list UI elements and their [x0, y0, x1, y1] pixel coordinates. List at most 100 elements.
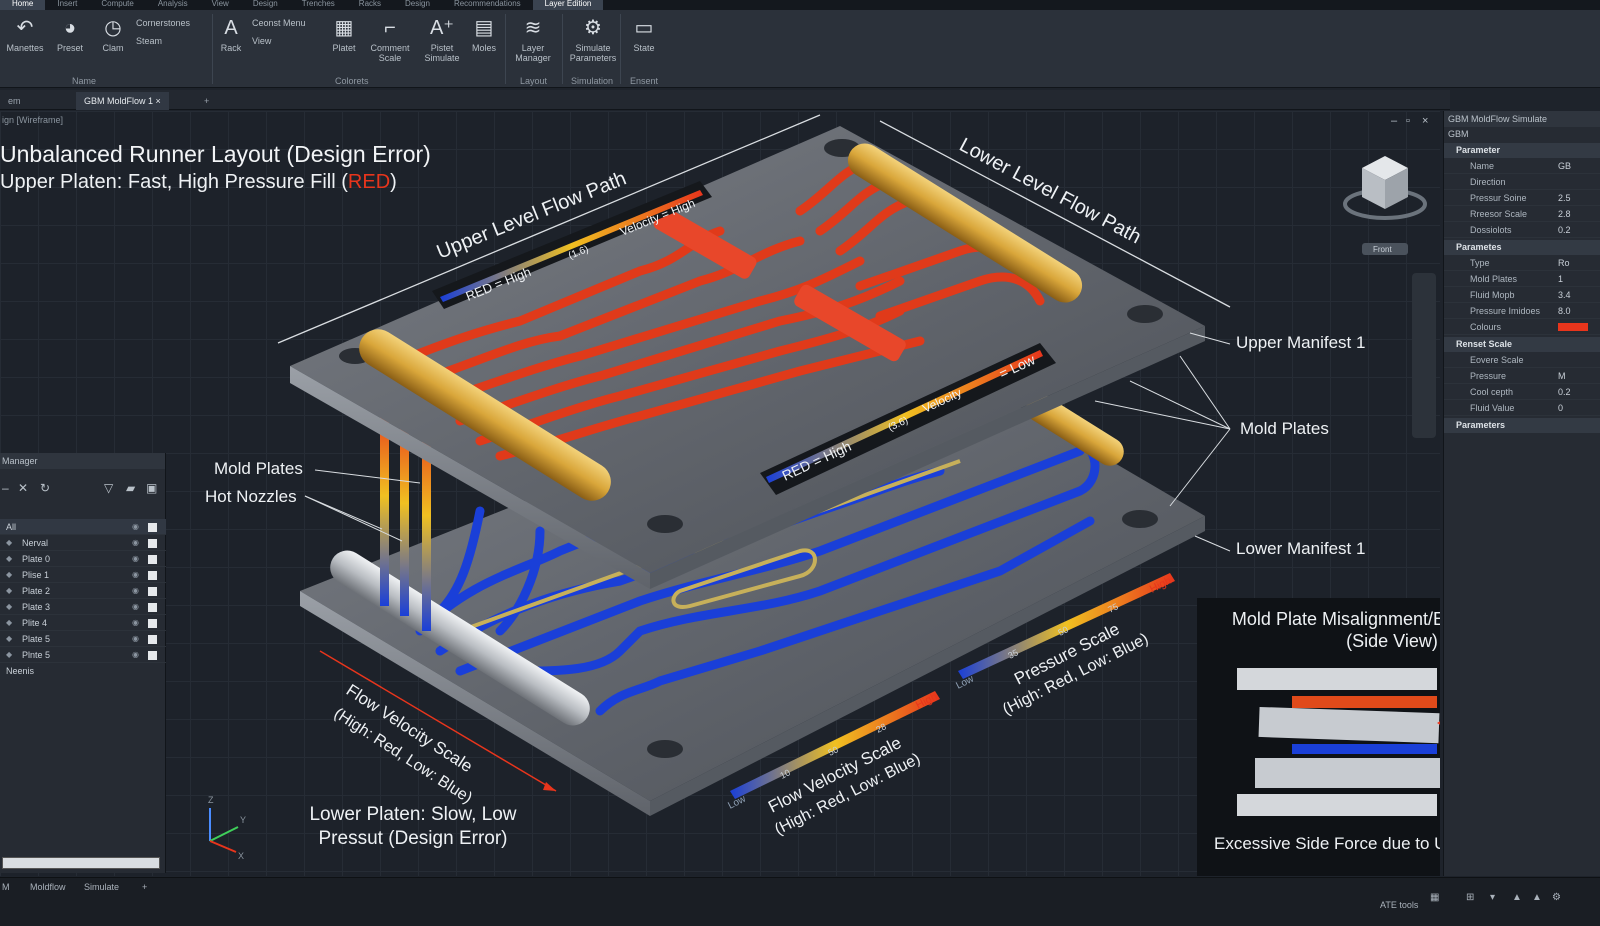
checkbox[interactable] — [148, 539, 157, 548]
layer-row[interactable]: ◆ Nerval ◉ — [0, 535, 166, 551]
layer-manager-button[interactable]: ≋ Layer Manager — [508, 12, 558, 63]
grid-icon[interactable]: ▦ — [1430, 892, 1439, 903]
save-icon[interactable]: ▣ — [146, 481, 157, 495]
view-cube[interactable] — [1343, 156, 1427, 255]
layer-row[interactable]: ◆ Plate 2 ◉ — [0, 583, 166, 599]
layer-row[interactable]: ◆ Plite 4 ◉ — [0, 615, 166, 631]
menu-tab-view[interactable]: View — [200, 0, 241, 10]
menu-tab-layer-edition[interactable]: Layer Edition — [532, 0, 604, 10]
eye-icon[interactable]: ◉ — [132, 535, 139, 551]
platet-button[interactable]: ▦ Platet — [322, 12, 366, 53]
checkbox[interactable] — [148, 555, 157, 564]
horizontal-scrollbar[interactable] — [2, 857, 160, 869]
state-button[interactable]: ▭ State — [622, 12, 666, 53]
menu-tab-design[interactable]: Design — [241, 0, 290, 10]
view-cube-label[interactable]: Front — [1373, 245, 1392, 254]
ceonst-menu-button[interactable]: Ceonst Menu — [252, 18, 306, 28]
annotation-icon[interactable]: ▲ — [1512, 892, 1522, 903]
property-row[interactable]: Dossiolots 0.2 — [1444, 222, 1600, 238]
comment-scale-button[interactable]: ⌐ Comment Scale — [364, 12, 416, 63]
property-row[interactable]: Type Ro — [1444, 255, 1600, 271]
simulate-parameters-button[interactable]: ⚙ Simulate Parameters — [566, 12, 620, 63]
snap-icon[interactable]: ⊞ — [1466, 892, 1474, 903]
viewport[interactable]: Upper Level Flow Path Lower Level Flow P… — [0, 111, 1440, 876]
close-icon[interactable]: × — [156, 96, 161, 106]
pin-icon[interactable]: ▾ — [1490, 892, 1495, 903]
property-row[interactable]: Colours — [1444, 319, 1600, 335]
layer-row[interactable]: ◆ Plnte 5 ◉ — [0, 647, 166, 663]
clam-button[interactable]: ◷ Clam — [91, 12, 135, 53]
navigation-bar[interactable] — [1412, 273, 1436, 438]
eye-icon[interactable]: ◉ — [132, 647, 139, 663]
steam-button[interactable]: Steam — [136, 36, 162, 46]
preset-button[interactable]: ◕ Preset — [48, 12, 92, 53]
menu-tab-home[interactable]: Home — [0, 0, 46, 10]
properties-section[interactable]: Parametes — [1444, 240, 1600, 255]
layer-row[interactable]: ◆ Plate 0 ◉ — [0, 551, 166, 567]
eye-icon[interactable]: ◉ — [132, 615, 139, 631]
checkbox[interactable] — [148, 523, 157, 532]
eye-icon[interactable]: ◉ — [132, 567, 139, 583]
menu-tab-compute[interactable]: Compute — [89, 0, 145, 10]
property-row[interactable]: Rreesor Scale 2.8 — [1444, 206, 1600, 222]
checkbox[interactable] — [148, 603, 157, 612]
colour-swatch[interactable] — [1558, 323, 1588, 331]
property-row[interactable]: Fluid Mopb 3.4 — [1444, 287, 1600, 303]
refresh-icon[interactable]: ↻ — [40, 481, 50, 495]
checkbox[interactable] — [148, 635, 157, 644]
moles-button[interactable]: ▤ Moles — [462, 12, 506, 53]
close-icon[interactable]: × — [1422, 115, 1428, 127]
filter-icon[interactable]: ▽ — [104, 481, 113, 495]
menu-tab-analysis[interactable]: Analysis — [146, 0, 200, 10]
minimize-icon[interactable]: – — [1391, 115, 1397, 127]
property-row[interactable]: Direction — [1444, 174, 1600, 190]
eye-icon[interactable]: ◉ — [132, 631, 139, 647]
status-tab-model[interactable]: M — [2, 882, 10, 892]
checkbox[interactable] — [148, 619, 157, 628]
status-tab-moldflow[interactable]: Moldflow — [30, 882, 66, 892]
properties-section[interactable]: Parameters — [1444, 418, 1600, 433]
property-row[interactable]: Pressure Imidoes 8.0 — [1444, 303, 1600, 319]
property-row[interactable]: Fluid Value 0 — [1444, 400, 1600, 416]
layer-list-header[interactable]: All ◉ — [0, 519, 166, 535]
menu-tab-recommendations[interactable]: Recommendations — [442, 0, 533, 10]
property-row[interactable]: Name GB — [1444, 158, 1600, 174]
doc-tab-em[interactable]: em — [0, 92, 29, 110]
properties-section[interactable]: Renset Scale — [1444, 337, 1600, 352]
folder-icon[interactable]: ▰ — [126, 481, 135, 495]
view-button[interactable]: View — [252, 36, 271, 46]
new-tab-button[interactable]: + — [196, 92, 217, 110]
properties-section[interactable]: Parameter — [1444, 143, 1600, 158]
checkbox[interactable] — [148, 587, 157, 596]
minus-icon[interactable]: – — [2, 481, 9, 495]
eye-icon[interactable]: ◉ — [132, 519, 139, 535]
manettes-button[interactable]: ↶ Manettes — [3, 12, 47, 53]
property-row[interactable]: Pressur Soine 2.5 — [1444, 190, 1600, 206]
menu-tab-racks[interactable]: Racks — [347, 0, 393, 10]
scale-icon[interactable]: ▲ — [1532, 892, 1542, 903]
viewport-label[interactable]: ign [Wireframe] — [2, 115, 63, 125]
menu-tab-trenches[interactable]: Trenches — [290, 0, 347, 10]
property-row[interactable]: Mold Plates 1 — [1444, 271, 1600, 287]
property-row[interactable]: Pressure M — [1444, 368, 1600, 384]
pistet-simulate-button[interactable]: A⁺ Pistet Simulate — [420, 12, 464, 63]
delete-icon[interactable]: ✕ — [18, 481, 28, 495]
rack-button[interactable]: A Rack — [209, 12, 253, 53]
checkbox[interactable] — [148, 571, 157, 580]
settings-icon[interactable]: ⚙ — [1552, 892, 1561, 903]
checkbox[interactable] — [148, 651, 157, 660]
menu-tab-design-2[interactable]: Design — [393, 0, 442, 10]
eye-icon[interactable]: ◉ — [132, 551, 139, 567]
layer-row[interactable]: ◆ Plate 3 ◉ — [0, 599, 166, 615]
eye-icon[interactable]: ◉ — [132, 599, 139, 615]
doc-tab-gbm-moldflow[interactable]: GBM MoldFlow 1 × — [76, 92, 169, 110]
property-row[interactable]: Eovere Scale — [1444, 352, 1600, 368]
status-tab-simulate[interactable]: Simulate — [84, 882, 119, 892]
menu-tab-insert[interactable]: Insert — [45, 0, 89, 10]
layer-row[interactable]: ◆ Plise 1 ◉ — [0, 567, 166, 583]
restore-icon[interactable]: ▫ — [1406, 115, 1410, 127]
property-row[interactable]: Cool cepth 0.2 — [1444, 384, 1600, 400]
status-tools-label[interactable]: ATE tools — [1380, 900, 1418, 910]
add-layout-button[interactable]: + — [142, 882, 147, 892]
eye-icon[interactable]: ◉ — [132, 583, 139, 599]
